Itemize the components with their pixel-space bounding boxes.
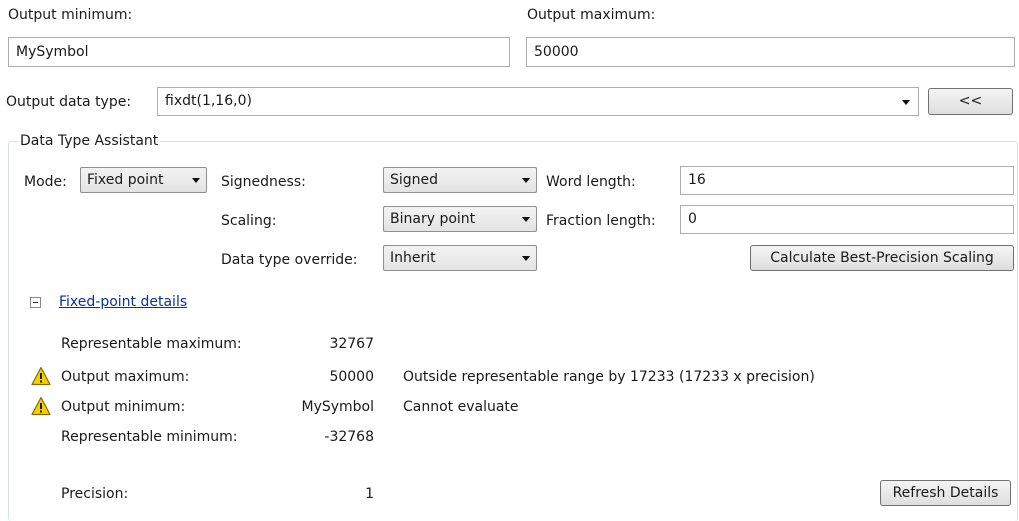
warning-icon <box>31 396 51 416</box>
precision-value: 1 <box>365 486 374 502</box>
collapse-minus-icon[interactable] <box>30 297 41 308</box>
output-minimum-detail-message: Cannot evaluate <box>403 399 519 415</box>
fixed-point-details-link[interactable]: Fixed-point details <box>59 293 187 311</box>
data-type-assistant-title: Data Type Assistant <box>18 132 161 150</box>
scaling-value: Binary point <box>390 211 476 227</box>
chevron-down-icon <box>522 217 530 222</box>
word-length-input[interactable]: 16 <box>680 166 1014 195</box>
warning-icon <box>31 366 51 386</box>
signedness-dropdown[interactable]: Signed <box>383 167 537 193</box>
representable-maximum-value: 32767 <box>329 336 374 352</box>
chevron-down-icon <box>192 178 200 183</box>
output-data-type-label: Output data type: <box>6 94 132 110</box>
signedness-label: Signedness: <box>221 174 306 190</box>
output-minimum-detail-value: MySymbol <box>301 399 374 415</box>
output-maximum-input[interactable]: 50000 <box>526 37 1015 67</box>
scaling-dropdown[interactable]: Binary point <box>383 206 537 232</box>
fraction-length-label: Fraction length: <box>546 213 656 229</box>
signedness-value: Signed <box>390 172 439 188</box>
scaling-label: Scaling: <box>221 213 277 229</box>
output-data-type-combo[interactable]: fixdt(1,16,0) <box>157 87 919 116</box>
calculate-best-precision-scaling-button[interactable]: Calculate Best-Precision Scaling <box>750 245 1014 271</box>
representable-minimum-value: -32768 <box>324 429 374 445</box>
data-type-override-dropdown[interactable]: Inherit <box>383 245 537 271</box>
output-maximum-detail-label: Output maximum: <box>61 369 190 385</box>
output-minimum-detail-label: Output minimum: <box>61 399 186 415</box>
mode-value: Fixed point <box>87 172 164 188</box>
chevron-down-icon <box>522 178 530 183</box>
output-maximum-detail-value: 50000 <box>329 369 374 385</box>
data-type-assistant-group <box>8 141 1018 521</box>
data-type-assistant-toggle-button[interactable]: << <box>928 88 1013 115</box>
representable-minimum-label: Representable minimum: <box>61 429 238 445</box>
chevron-down-icon <box>522 256 530 261</box>
output-maximum-label: Output maximum: <box>527 7 656 23</box>
fraction-length-input[interactable]: 0 <box>680 205 1014 234</box>
word-length-label: Word length: <box>546 174 636 190</box>
precision-label: Precision: <box>61 486 129 502</box>
data-type-override-label: Data type override: <box>221 252 358 268</box>
refresh-details-button[interactable]: Refresh Details <box>880 480 1011 506</box>
output-minimum-input[interactable]: MySymbol <box>8 37 510 67</box>
mode-label: Mode: <box>24 174 67 190</box>
output-minimum-label: Output minimum: <box>8 7 133 23</box>
output-data-type-value: fixdt(1,16,0) <box>165 93 252 109</box>
representable-maximum-label: Representable maximum: <box>61 336 242 352</box>
chevron-down-icon[interactable] <box>902 100 910 105</box>
data-type-override-value: Inherit <box>390 250 436 266</box>
output-maximum-detail-message: Outside representable range by 17233 (17… <box>403 369 815 385</box>
mode-dropdown[interactable]: Fixed point <box>80 167 207 193</box>
